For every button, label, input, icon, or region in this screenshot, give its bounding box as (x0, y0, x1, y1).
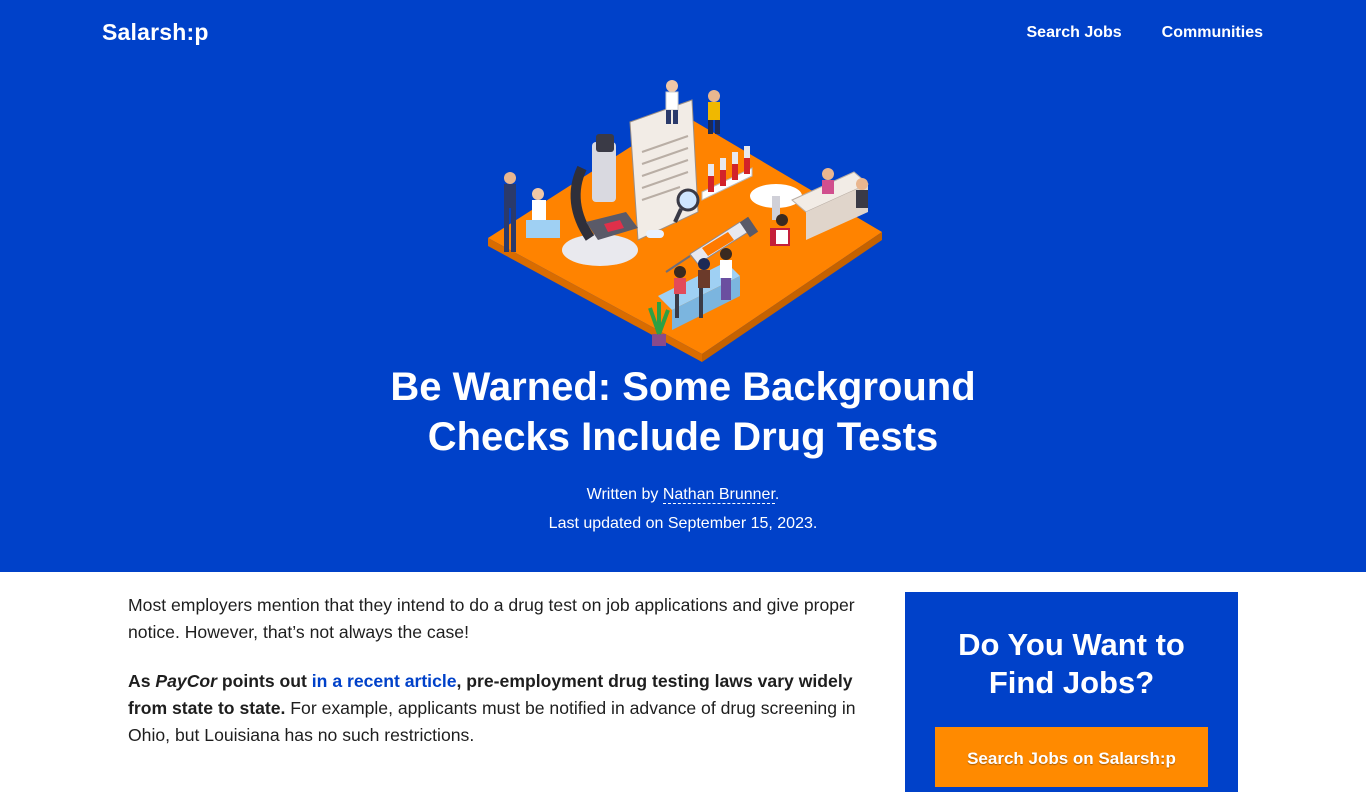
written-by-prefix: Written by (586, 486, 663, 503)
article-paragraph-2: As PayCor points out in a recent article… (128, 668, 883, 749)
written-by: Written by Nathan Brunner. (383, 480, 983, 509)
p2-bold-as: As (128, 671, 156, 691)
title-line-1: Be Warned: Some Background (390, 365, 976, 409)
sidebar-heading-line-2: Find Jobs? (988, 665, 1155, 700)
byline: Written by Nathan Brunner. Last updated … (383, 480, 983, 538)
recent-article-link[interactable]: in a recent article (312, 671, 457, 691)
last-updated: Last updated on September 15, 2023. (548, 515, 818, 532)
nav-search-jobs[interactable]: Search Jobs (1027, 24, 1122, 42)
hero-banner: Salarsh:p Search Jobs Communities Be War… (0, 0, 1366, 572)
clipboard-icon (629, 99, 699, 241)
nav-communities[interactable]: Communities (1162, 24, 1263, 42)
waiting-person-3 (720, 248, 732, 300)
sidebar-heading: Do You Want to Find Jobs? (905, 626, 1238, 702)
page-title: Be Warned: Some Background Checks Includ… (333, 362, 1033, 462)
author-link[interactable]: Nathan Brunner (662, 486, 775, 504)
written-by-suffix: . (774, 486, 780, 503)
drug-testing-illustration (488, 80, 882, 362)
article-body: Most employers mention that they intend … (128, 592, 883, 771)
search-jobs-cta-button[interactable]: Search Jobs on Salarsh:p (935, 727, 1208, 787)
pill-icon (646, 230, 664, 238)
salarship-logo[interactable]: Salarsh:p (102, 19, 209, 46)
title-line-2: Checks Include Drug Tests (427, 415, 939, 459)
receptionist-figure (822, 168, 834, 194)
patient-figure-top (708, 90, 720, 134)
paycor-name: PayCor (155, 671, 217, 691)
top-nav: Search Jobs Communities (1027, 24, 1264, 42)
p2-bold-points-out: points out (217, 671, 312, 691)
find-jobs-sidebar: Do You Want to Find Jobs? Search Jobs on… (905, 592, 1238, 792)
visitor-figure-right (856, 178, 868, 208)
sidebar-heading-line-1: Do You Want to (958, 627, 1185, 662)
article-paragraph-1: Most employers mention that they intend … (128, 595, 855, 642)
